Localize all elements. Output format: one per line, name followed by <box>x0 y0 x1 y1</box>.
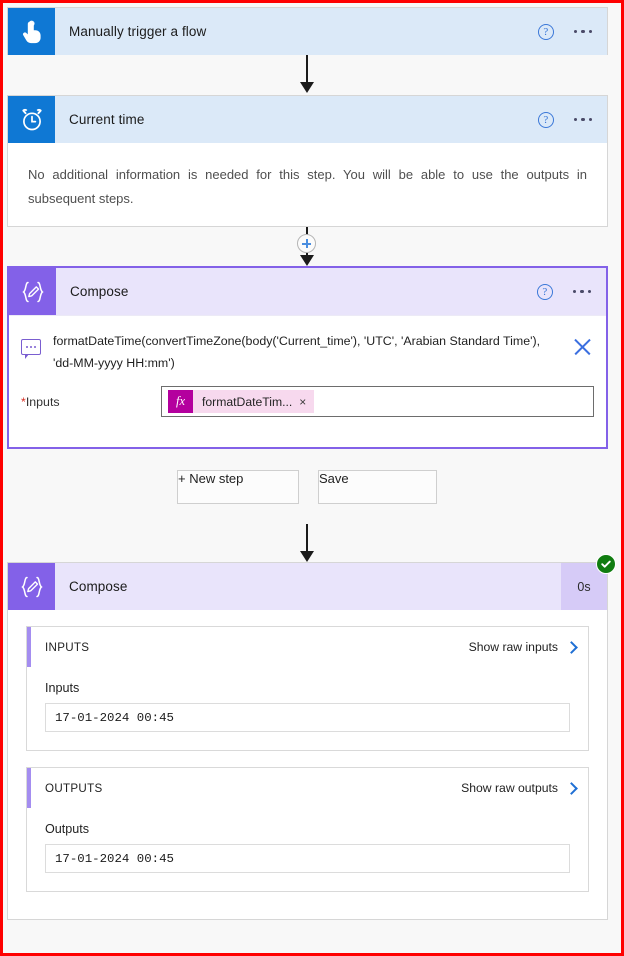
token-label: formatDateTim... <box>202 394 293 409</box>
outputs-section-title: OUTPUTS <box>45 781 103 795</box>
formula-expression-text: formatDateTime(convertTimeZone(body('Cur… <box>53 334 541 370</box>
inputs-value: 17-01-2024 00:45 <box>45 703 570 732</box>
outputs-section-body: Outputs 17-01-2024 00:45 <box>27 808 588 891</box>
show-raw-inputs-label: Show raw inputs <box>468 640 558 654</box>
compose-inputs-row: *Inputs fx formatDateTim... × <box>9 378 606 433</box>
chevron-right-icon <box>565 640 578 654</box>
chevron-right-icon <box>565 781 578 795</box>
inputs-label-text: Inputs <box>25 394 60 409</box>
show-raw-inputs-link[interactable]: Show raw inputs <box>468 640 578 654</box>
more-options-icon[interactable] <box>573 117 592 122</box>
show-raw-outputs-label: Show raw outputs <box>461 781 558 795</box>
help-icon[interactable]: ? <box>537 23 554 40</box>
save-button[interactable]: Save <box>318 470 437 504</box>
connector-arrow-3 <box>300 551 314 562</box>
compose-braces-pencil-icon <box>9 268 56 315</box>
flow-designer-canvas: Manually trigger a flow ? Current time ? <box>3 3 621 953</box>
outputs-section-header: OUTPUTS Show raw outputs <box>27 768 588 808</box>
comment-bubble-icon <box>21 339 41 359</box>
current-time-description: No additional information is needed for … <box>28 167 587 206</box>
compose-run-title: Compose <box>69 579 128 594</box>
connector-arrow-2 <box>300 255 314 266</box>
trigger-card-actions: ? <box>537 23 607 40</box>
inputs-token-field[interactable]: fx formatDateTim... × <box>161 386 594 417</box>
connector-arrow-1 <box>300 82 314 93</box>
show-raw-outputs-link[interactable]: Show raw outputs <box>461 781 578 795</box>
help-icon[interactable]: ? <box>537 111 554 128</box>
compose-run-header[interactable]: Compose 0s <box>8 554 616 610</box>
inputs-section-body: Inputs 17-01-2024 00:45 <box>27 667 588 750</box>
inputs-section-title: INPUTS <box>45 640 90 654</box>
compose-run-card[interactable]: Compose 0s INPUTS Show raw inputs Inputs… <box>7 554 616 920</box>
help-icon[interactable]: ? <box>536 283 553 300</box>
expression-token[interactable]: fx formatDateTim... × <box>168 390 315 413</box>
outputs-value-label: Outputs <box>45 822 90 836</box>
inputs-field-label: *Inputs <box>21 395 161 409</box>
inputs-section: INPUTS Show raw inputs Inputs 17-01-2024… <box>26 626 589 751</box>
new-step-button[interactable]: + New step <box>177 470 299 504</box>
success-check-icon <box>596 554 616 574</box>
trigger-card-header[interactable]: Manually trigger a flow ? <box>8 8 607 55</box>
alarm-clock-icon <box>8 96 55 143</box>
compose-braces-pencil-icon <box>8 563 55 610</box>
inputs-value-label: Inputs <box>45 681 80 695</box>
fx-icon: fx <box>168 390 193 413</box>
add-step-node[interactable] <box>297 234 316 253</box>
more-options-icon[interactable] <box>573 29 592 34</box>
current-time-actions: ? <box>537 111 607 128</box>
connector-line-3 <box>306 524 308 554</box>
current-time-card[interactable]: Current time ? No additional information… <box>7 95 608 227</box>
outputs-section: OUTPUTS Show raw outputs Outputs 17-01-2… <box>26 767 589 892</box>
compose-edit-header[interactable]: Compose ? <box>9 268 606 315</box>
compose-edit-title: Compose <box>70 284 129 299</box>
compose-edit-actions: ? <box>536 283 606 300</box>
trigger-card-title: Manually trigger a flow <box>69 24 207 39</box>
more-options-icon[interactable] <box>572 289 591 294</box>
compose-edit-card[interactable]: Compose ? formatDateTime(convertTimeZone… <box>7 266 608 449</box>
trigger-card[interactable]: Manually trigger a flow ? <box>7 7 608 55</box>
screenshot-frame: Manually trigger a flow ? Current time ? <box>0 0 624 956</box>
current-time-header[interactable]: Current time ? <box>8 96 607 143</box>
tap-hand-icon <box>8 8 55 55</box>
formula-preview-row: formatDateTime(convertTimeZone(body('Cur… <box>9 315 606 378</box>
outputs-value: 17-01-2024 00:45 <box>45 844 570 873</box>
close-icon[interactable] <box>572 336 594 358</box>
token-remove-icon[interactable]: × <box>299 395 314 409</box>
connector-line-1 <box>306 55 308 85</box>
inputs-section-header: INPUTS Show raw inputs <box>27 627 588 667</box>
current-time-title: Current time <box>69 112 145 127</box>
